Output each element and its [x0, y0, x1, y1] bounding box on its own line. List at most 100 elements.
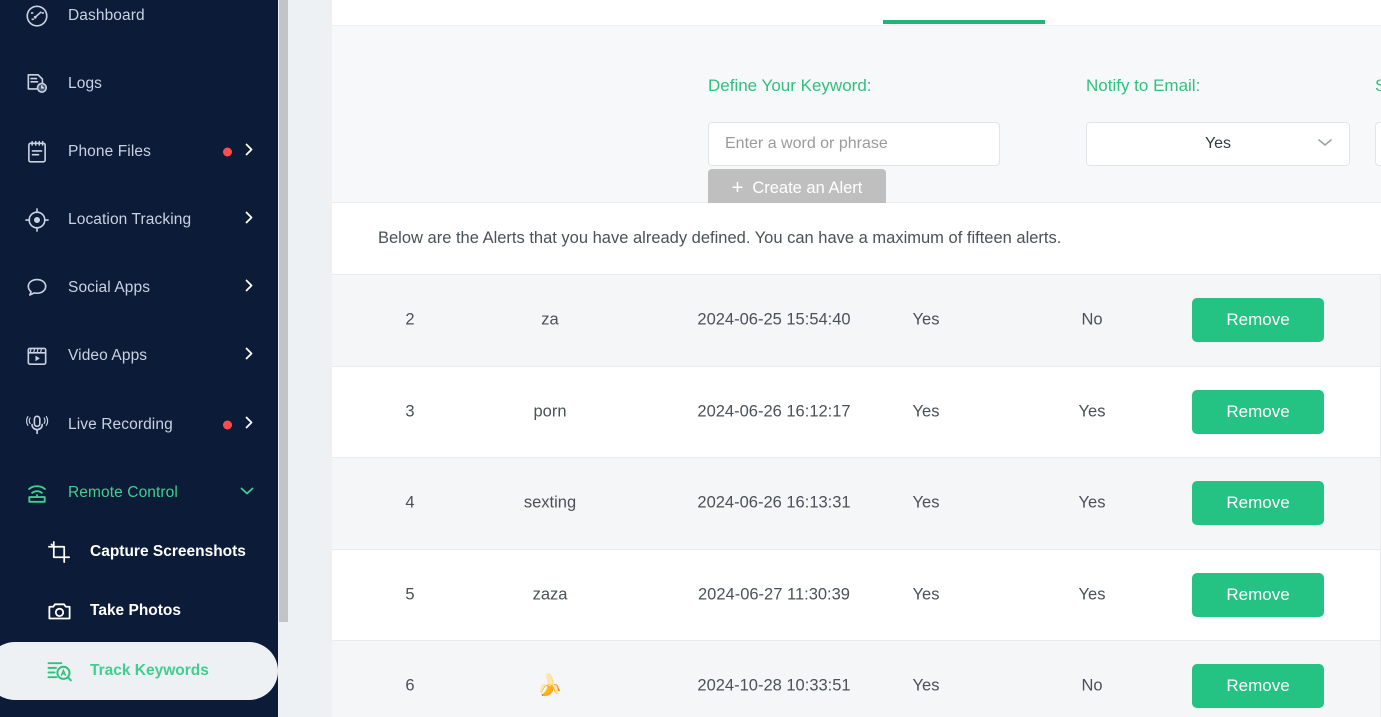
sidebar-item-indicators: [242, 346, 256, 367]
remove-button[interactable]: Remove: [1192, 389, 1324, 434]
remove-button[interactable]: Remove: [1192, 298, 1324, 343]
sidebar-item-indicators: [238, 484, 256, 503]
main-content: Define Your Keyword: + Create an Alert N…: [290, 0, 1381, 717]
chat-icon: [22, 273, 52, 303]
crop-icon: [44, 537, 74, 567]
sidebar-item-label: Track Keywords: [90, 662, 209, 679]
video-icon: [22, 341, 52, 371]
tab-strip: [332, 0, 1381, 25]
alerts-notice: Below are the Alerts that you have alrea…: [332, 203, 1381, 275]
row-id: 6: [405, 676, 415, 695]
logs-icon: [22, 69, 52, 99]
sidebar-item-phone-files[interactable]: Phone Files: [0, 124, 278, 180]
table-row: 3 porn 2024-06-26 16:12:17 Yes Yes Remov…: [332, 366, 1381, 458]
clipboard-icon: [22, 137, 52, 167]
sidebar-item-dashboard[interactable]: Dashboard: [0, 0, 278, 44]
sidebar-scrollbar-thumb[interactable]: [279, 0, 288, 622]
plus-icon: +: [731, 177, 744, 199]
row-screenshot: No: [1081, 676, 1103, 695]
row-id: 5: [405, 585, 415, 604]
row-notify-email: Yes: [912, 493, 940, 512]
sidebar-item-indicators: [242, 278, 256, 299]
chevron-right-icon[interactable]: [242, 415, 256, 436]
sidebar-item-label: Take Photos: [90, 602, 182, 619]
table-row: 2 za 2024-06-25 15:54:40 Yes No Remove: [332, 275, 1381, 367]
content-card: Define Your Keyword: + Create an Alert N…: [332, 0, 1381, 717]
table-row: 4 sexting 2024-06-26 16:13:31 Yes Yes Re…: [332, 458, 1381, 550]
gauge-icon: [22, 1, 52, 31]
row-keyword: zaza: [532, 585, 568, 604]
row-keyword: porn: [533, 402, 567, 421]
remove-button[interactable]: Remove: [1192, 481, 1324, 526]
camera-icon: [44, 596, 74, 626]
row-id: 3: [405, 402, 415, 421]
row-id: 2: [405, 310, 415, 329]
chevron-down-icon[interactable]: [238, 484, 256, 503]
sidebar-item-social-apps[interactable]: Social Apps: [0, 260, 278, 316]
table-row: 6 🍌 2024-10-28 10:33:51 Yes No Remove: [332, 641, 1381, 717]
chevron-right-icon[interactable]: [242, 278, 256, 299]
row-notify-email: Yes: [912, 402, 940, 421]
keyword-input[interactable]: [708, 122, 1000, 166]
screenshot-label-row: Screenshot when triggered:: [1375, 76, 1381, 96]
sidebar-item-remote-control[interactable]: Remote Control: [0, 465, 278, 521]
keyword-field-group: Define Your Keyword:: [708, 76, 872, 96]
screenshot-label: Screenshot when triggered:: [1375, 76, 1381, 95]
alert-form-panel: Define Your Keyword: + Create an Alert N…: [332, 25, 1381, 207]
sidebar-item-video-apps[interactable]: Video Apps: [0, 328, 278, 384]
remote-icon: [22, 478, 52, 508]
row-keyword: za: [541, 310, 559, 329]
sidebar-item-label: Capture Screenshots: [90, 543, 246, 560]
row-keyword: sexting: [523, 493, 577, 512]
chevron-right-icon[interactable]: [242, 142, 256, 163]
sidebar-item-label: Remote Control: [68, 484, 178, 501]
sidebar-item-indicators: [242, 210, 256, 231]
sidebar-item-take-photos[interactable]: Take Photos: [0, 582, 278, 640]
sidebar-item-label: Video Apps: [68, 347, 148, 364]
active-tab-underline: [883, 20, 1045, 24]
row-notify-email: Yes: [912, 676, 940, 695]
mic-icon: [22, 410, 52, 440]
row-keyword: 🍌: [536, 674, 564, 698]
alerts-notice-text: Below are the Alerts that you have alrea…: [378, 229, 1062, 247]
keyword-icon: [44, 656, 74, 686]
sidebar-item-label: Live Recording: [68, 416, 173, 433]
alerts-table: 2 za 2024-06-25 15:54:40 Yes No Remove 3…: [332, 275, 1381, 717]
row-screenshot: No: [1081, 310, 1103, 329]
keyword-label: Define Your Keyword:: [708, 76, 872, 95]
notify-email-label: Notify to Email:: [1086, 76, 1201, 95]
sidebar-item-label: Logs: [68, 75, 103, 92]
sidebar-item-label: Phone Files: [68, 143, 151, 160]
screenshot-field-group: Screenshot when triggered:: [1375, 76, 1381, 96]
sidebar-item-label: Dashboard: [68, 7, 145, 24]
chevron-right-icon[interactable]: [242, 210, 256, 231]
row-notify-email: Yes: [912, 585, 940, 604]
chevron-down-icon: [1317, 135, 1333, 153]
sidebar-item-indicators: [223, 142, 256, 163]
app-root: Dashboard Logs Phone Files Location Trac…: [0, 0, 1381, 717]
sidebar-item-track-keywords[interactable]: Track Keywords: [0, 642, 278, 700]
row-screenshot: Yes: [1078, 585, 1106, 604]
row-notify-email: Yes: [912, 310, 940, 329]
sidebar-item-label: Social Apps: [68, 279, 151, 296]
remove-button[interactable]: Remove: [1192, 664, 1324, 709]
sidebar-item-logs[interactable]: Logs: [0, 56, 278, 112]
row-screenshot: Yes: [1078, 402, 1106, 421]
notification-dot-icon: [223, 420, 232, 430]
notify-email-field-group: Notify to Email:: [1086, 76, 1200, 96]
chevron-right-icon[interactable]: [242, 346, 256, 367]
target-icon: [22, 205, 52, 235]
notification-dot-icon: [223, 147, 232, 157]
sidebar-item-indicators: [223, 415, 256, 436]
notify-email-value: Yes: [1204, 135, 1232, 152]
notify-email-select[interactable]: Yes: [1086, 122, 1350, 166]
table-row: 5 zaza 2024-06-27 11:30:39 Yes Yes Remov…: [332, 549, 1381, 641]
sidebar-item-label: Location Tracking: [68, 211, 192, 228]
create-alert-button[interactable]: + Create an Alert: [708, 169, 886, 207]
remove-button[interactable]: Remove: [1192, 572, 1324, 617]
sidebar-item-location-tracking[interactable]: Location Tracking: [0, 192, 278, 248]
create-alert-label: Create an Alert: [752, 178, 863, 197]
screenshot-trigger-select[interactable]: No: [1375, 122, 1381, 166]
sidebar-item-capture-screenshots[interactable]: Capture Screenshots: [0, 523, 278, 581]
sidebar-item-live-recording[interactable]: Live Recording: [0, 397, 278, 453]
